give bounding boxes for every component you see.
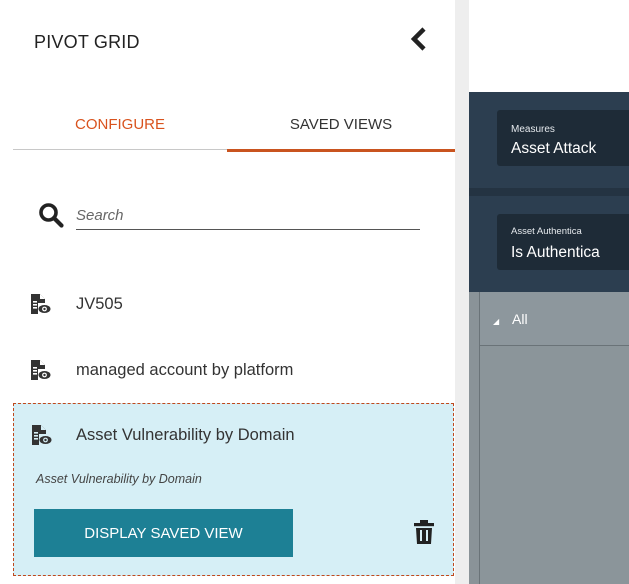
saved-view-item-selected[interactable]: Asset Vulnerability by Domain Asset Vuln… [13,403,454,576]
saved-view-document-icon [31,360,51,380]
field-value: Is Authentica [511,244,600,261]
saved-view-document-icon [32,425,52,445]
search-bar [38,200,420,232]
pivot-grid-panel: PIVOT GRID CONFIGURE SAVED VIEWS JV505 [0,0,455,584]
grid-toolbar-area [469,0,629,92]
saved-view-label: JV505 [76,294,123,313]
measures-field[interactable]: Measures Asset Attack [497,110,629,166]
saved-view-item[interactable]: managed account by platform [13,358,455,382]
search-icon [39,203,64,228]
band-separator [469,188,629,196]
field-caption: Asset Authentica [511,226,582,237]
field-caption: Measures [511,124,555,135]
saved-view-label: Asset Vulnerability by Domain [76,426,295,444]
row-header-all[interactable]: ◢ All [479,292,629,346]
chevron-left-icon [410,27,426,51]
saved-view-description: Asset Vulnerability by Domain [36,472,202,486]
saved-view-label: managed account by platform [76,360,294,379]
row-header-label: All [512,311,528,327]
display-saved-view-button[interactable]: DISPLAY SAVED VIEW [34,509,293,557]
trash-icon[interactable] [410,518,438,546]
tab-configure[interactable]: CONFIGURE [13,98,227,150]
panel-title: PIVOT GRID [34,32,140,52]
search-input[interactable] [76,202,420,230]
grid-body [479,346,629,584]
saved-view-document-icon [31,294,51,314]
row-field[interactable]: Asset Authentica Is Authentica [497,214,629,270]
collapse-triangle-icon[interactable]: ◢ [493,317,499,326]
saved-view-item[interactable]: JV505 [13,292,455,316]
field-value: Asset Attack [511,140,597,157]
panel-tabs: CONFIGURE SAVED VIEWS [13,98,455,152]
panel-divider[interactable] [455,0,469,584]
tab-saved-views[interactable]: SAVED VIEWS [227,98,455,152]
collapse-panel-button[interactable] [405,24,435,54]
